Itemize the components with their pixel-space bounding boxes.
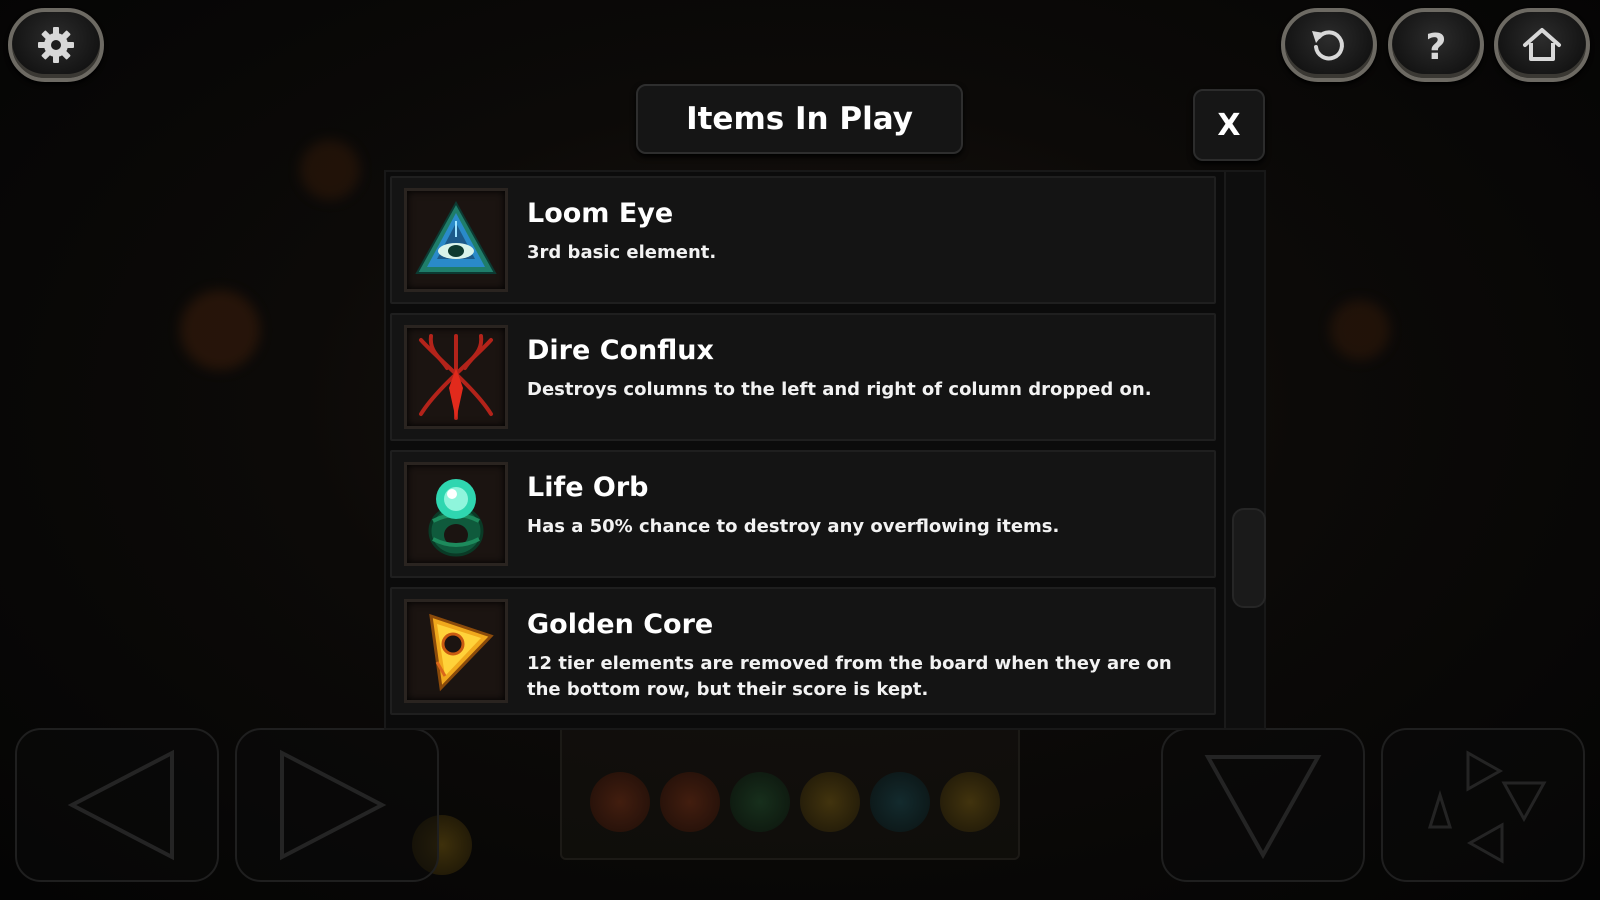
item-row-loom-eye: Loom Eye 3rd basic element. — [390, 176, 1216, 304]
items-list[interactable]: Loom Eye 3rd basic element. Dire Conflux — [386, 172, 1218, 728]
restart-icon — [1312, 30, 1344, 61]
svg-text:?: ? — [1426, 27, 1447, 67]
settings-button[interactable] — [8, 8, 104, 82]
background-glow — [300, 140, 360, 200]
drop-button[interactable] — [1161, 728, 1365, 882]
right-arrow-icon — [280, 749, 387, 861]
rotate-triangles-icon — [1427, 750, 1547, 864]
item-icon-frame — [404, 188, 508, 292]
item-icon-frame — [404, 599, 508, 703]
items-panel: Loom Eye 3rd basic element. Dire Conflux — [384, 170, 1266, 730]
help-button[interactable]: ? — [1388, 8, 1484, 82]
background-gem — [660, 772, 720, 832]
item-name: Dire Conflux — [527, 335, 714, 366]
move-left-button[interactable] — [15, 728, 219, 882]
down-arrow-icon — [1204, 755, 1322, 860]
gear-icon — [38, 27, 74, 63]
background-gem — [590, 772, 650, 832]
help-icon: ? — [1426, 27, 1447, 67]
home-button[interactable] — [1494, 8, 1590, 82]
background-gem — [800, 772, 860, 832]
item-name: Golden Core — [527, 609, 714, 640]
background-gem — [940, 772, 1000, 832]
item-description: 12 tier elements are removed from the bo… — [527, 653, 1172, 700]
item-name: Loom Eye — [527, 198, 674, 229]
item-description: Has a 50% chance to destroy any overflow… — [527, 516, 1060, 537]
background-gem — [730, 772, 790, 832]
dialog-title: Items In Play — [636, 84, 963, 154]
loom-eye-icon — [415, 200, 497, 274]
move-right-button[interactable] — [235, 728, 439, 882]
background-gem — [870, 772, 930, 832]
item-icon-frame — [404, 462, 508, 566]
item-row-dire-conflux: Dire Conflux Destroys columns to the lef… — [390, 313, 1216, 441]
scrollbar-track[interactable] — [1224, 172, 1266, 728]
item-name: Life Orb — [527, 472, 649, 503]
rotate-button[interactable] — [1381, 728, 1585, 882]
home-icon — [1523, 28, 1561, 61]
close-button[interactable]: X — [1193, 89, 1265, 161]
life-orb-icon — [428, 479, 484, 557]
restart-button[interactable] — [1281, 8, 1377, 82]
golden-core-icon — [429, 613, 494, 692]
left-arrow-icon — [67, 749, 174, 861]
background-glow — [1330, 300, 1390, 360]
item-description: 3rd basic element. — [527, 242, 717, 263]
item-row-golden-core: Golden Core 12 tier elements are removed… — [390, 587, 1216, 715]
item-icon-frame — [404, 325, 508, 429]
background-glow — [180, 290, 260, 370]
item-row-life-orb: Life Orb Has a 50% chance to destroy any… — [390, 450, 1216, 578]
item-description: Destroys columns to the left and right o… — [527, 379, 1152, 400]
scrollbar-thumb[interactable] — [1232, 508, 1266, 608]
dire-conflux-icon — [419, 334, 493, 420]
